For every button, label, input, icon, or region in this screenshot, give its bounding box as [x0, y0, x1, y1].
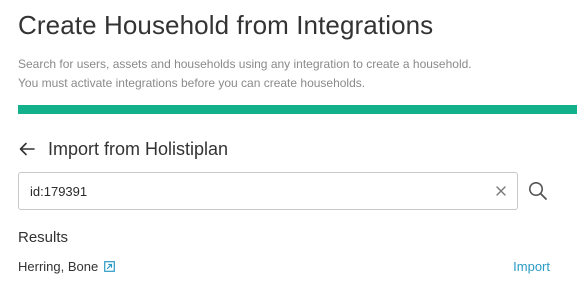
progress-bar [18, 105, 577, 114]
import-section-title: Import from Holistiplan [48, 138, 229, 159]
close-icon[interactable] [493, 183, 509, 199]
search-box [18, 172, 518, 210]
search-input[interactable] [19, 173, 517, 209]
description-line: You must activate integrations before yo… [18, 76, 366, 90]
search-icon[interactable] [528, 181, 548, 201]
result-info: Herring, Bone [18, 258, 116, 274]
import-section-header: Import from Holistiplan [18, 137, 228, 161]
page-description: Search for users, assets and households … [18, 55, 558, 93]
result-row: Herring, Bone Import [18, 257, 550, 275]
progress-bar-fill [18, 105, 577, 114]
search-row [18, 172, 548, 210]
page-title: Create Household from Integrations [18, 10, 434, 40]
results-heading: Results [18, 229, 69, 246]
result-name: Herring, Bone [18, 258, 99, 274]
import-button[interactable]: Import [513, 259, 550, 274]
description-line: Search for users, assets and households … [18, 57, 472, 71]
arrow-left-icon[interactable] [18, 140, 36, 158]
create-household-page: Create Household from Integrations Searc… [0, 0, 577, 304]
external-link-icon[interactable] [104, 260, 116, 272]
